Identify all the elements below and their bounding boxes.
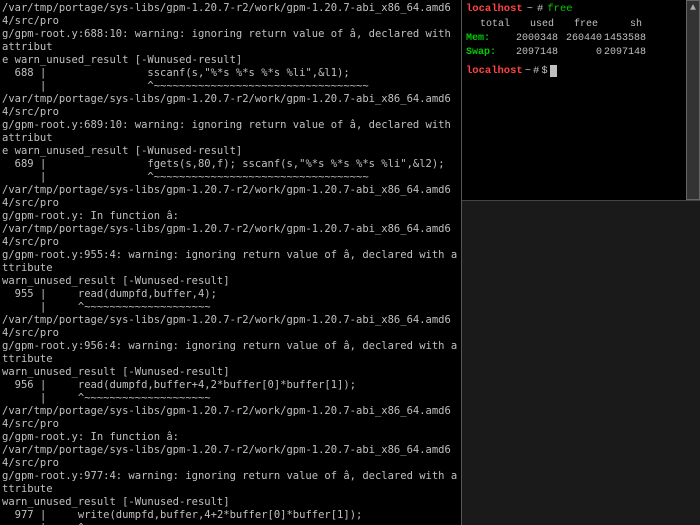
mem-label: Mem: (466, 32, 514, 46)
swap-row: Swap: 2097148 0 2097148 (466, 46, 682, 60)
free-header: total used free sh (466, 18, 682, 32)
cursor (550, 65, 557, 77)
tilde2: ~ (525, 64, 531, 78)
terminal-output: /var/tmp/portage/sys-libs/gpm-1.20.7-r2/… (0, 0, 462, 525)
compiler-output: /var/tmp/portage/sys-libs/gpm-1.20.7-r2/… (2, 2, 459, 525)
mem-free: 1453588 (602, 32, 646, 46)
free-output: localhost ~ # free total used free sh Me… (462, 0, 686, 200)
free-command-label: free (547, 2, 572, 16)
swap-label: Swap: (466, 46, 514, 60)
hostname2-label: localhost (466, 64, 523, 78)
hostname-label: localhost (466, 2, 523, 16)
col-total: total (466, 18, 510, 32)
free-command-panel: localhost ~ # free total used free sh Me… (462, 0, 700, 200)
mem-total: 2000348 (514, 32, 558, 46)
swap-used: 0 (558, 46, 602, 60)
hash2: # (533, 64, 539, 78)
prompt-symbol: $ (541, 64, 547, 78)
col-free: free (554, 18, 598, 32)
bottom-right-empty (462, 200, 700, 525)
tilde-label: ~ (527, 2, 533, 16)
swap-total: 2097148 (514, 46, 558, 60)
swap-free: 2097148 (602, 46, 646, 60)
second-prompt-row: localhost ~ # $ (466, 64, 682, 78)
scrollbar-right[interactable]: ▲ (686, 0, 700, 200)
col-shared: sh (598, 18, 642, 32)
mem-used: 260440 (558, 32, 602, 46)
scroll-up-arrow[interactable]: ▲ (690, 3, 696, 14)
hash-label: # (537, 2, 543, 16)
mem-row: Mem: 2000348 260440 1453588 (466, 32, 682, 46)
right-panel: localhost ~ # free total used free sh Me… (462, 0, 700, 525)
col-used: used (510, 18, 554, 32)
free-title-row: localhost ~ # free (466, 2, 682, 16)
